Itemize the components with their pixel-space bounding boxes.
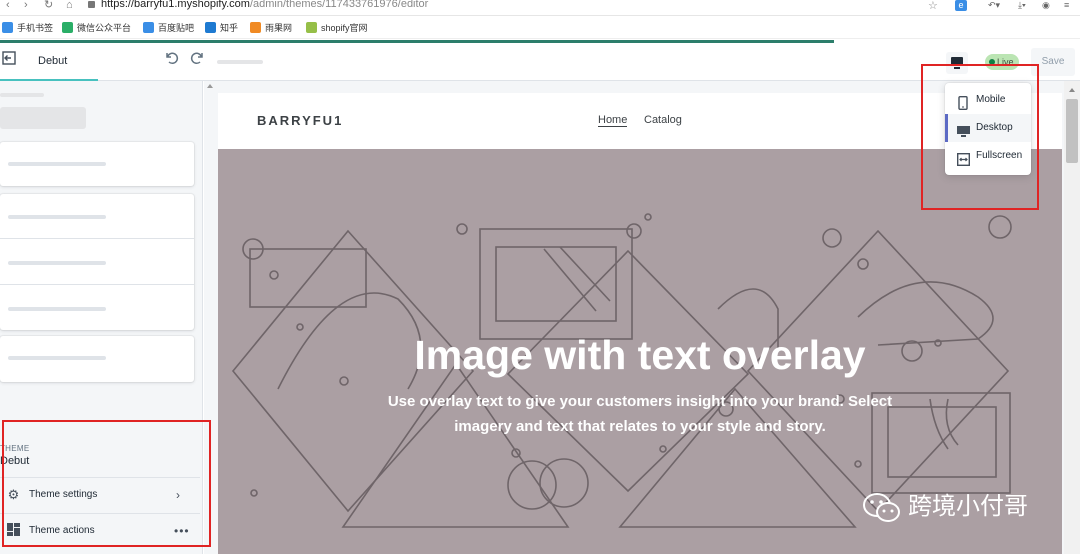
watermark-text: 跨境小付哥	[908, 493, 1028, 520]
sidebar-scrollbar[interactable]	[204, 81, 216, 554]
device-dropdown-menu: Mobile Desktop Fullscreen	[945, 83, 1031, 175]
download-icon[interactable]: ⤓▾	[1018, 0, 1026, 11]
undo-icon	[166, 52, 179, 65]
store-header: BARRYFU1 Home Catalog	[218, 93, 1062, 149]
bookmark-item[interactable]: 百度贴吧	[143, 21, 194, 35]
device-option-mobile[interactable]: Mobile	[945, 86, 1031, 114]
loading-placeholder	[8, 162, 106, 166]
extension-icon[interactable]: e	[955, 0, 967, 11]
device-option-label: Fullscreen	[976, 150, 1023, 161]
loading-placeholder	[8, 215, 106, 219]
address-bar[interactable]: https://barryfu1.myshopify.com/admin/the…	[88, 0, 950, 12]
hero-title: Image with text overlay	[414, 332, 866, 378]
live-badge: Live	[985, 54, 1019, 70]
bookmark-favicon-icon	[62, 22, 73, 33]
gear-icon: ⚙	[7, 487, 20, 502]
wechat-icon	[863, 492, 900, 522]
loading-placeholder	[8, 261, 106, 265]
exit-editor-button[interactable]	[0, 51, 18, 71]
undo-history-icon[interactable]: ↶▾	[988, 0, 1000, 11]
layout-icon	[6, 523, 21, 538]
loading-placeholder	[217, 60, 263, 64]
divider	[0, 284, 194, 285]
bookmark-favicon-icon	[143, 22, 154, 33]
bookmark-item[interactable]: 手机书签	[2, 21, 53, 35]
loading-placeholder	[0, 107, 86, 129]
editor-sidebar: THEME Debut ⚙ Theme settings › Theme act…	[0, 81, 203, 554]
home-icon[interactable]: ⌂	[66, 0, 73, 12]
preview-scrollbar[interactable]	[1064, 81, 1080, 554]
bookmark-favicon-icon	[205, 22, 216, 33]
loading-placeholder	[0, 93, 44, 97]
theme-caption: THEME	[0, 444, 30, 453]
nav-link-home[interactable]: Home	[598, 114, 628, 127]
account-icon[interactable]: ◉	[1042, 0, 1050, 11]
theme-value: Debut	[0, 455, 30, 467]
exit-icon	[2, 51, 16, 65]
desktop-icon-stand	[954, 67, 960, 69]
browser-toolbar: ‹ › ↻ ⌂ https://barryfu1.myshopify.com/a…	[0, 0, 1080, 16]
chevron-right-icon: ›	[176, 488, 180, 502]
divider	[0, 238, 194, 239]
redo-icon	[190, 52, 203, 65]
preview-frame: BARRYFU1 Home Catalog Image with text ov…	[218, 93, 1062, 554]
url-host: https://barryfu1.myshopify.com	[101, 0, 250, 10]
editor-topbar: Debut Live Save	[0, 43, 1080, 81]
lock-icon	[88, 0, 95, 8]
section-list-skeleton	[0, 194, 194, 330]
bookmark-item[interactable]: 知乎	[205, 21, 238, 35]
theme-settings-label: Theme settings	[29, 489, 98, 500]
scroll-up-icon	[207, 84, 213, 88]
scroll-up-icon	[1069, 88, 1075, 92]
device-option-label: Mobile	[976, 94, 1006, 105]
device-option-desktop[interactable]: Desktop	[945, 114, 1031, 142]
save-button[interactable]: Save	[1031, 48, 1075, 76]
back-icon[interactable]: ‹	[6, 0, 10, 12]
more-actions-icon[interactable]: •••	[174, 514, 190, 548]
bookmark-star-icon[interactable]: ☆	[928, 0, 938, 12]
bookmark-favicon-icon	[306, 22, 317, 33]
loading-placeholder	[8, 356, 106, 360]
undo-button[interactable]	[163, 50, 179, 71]
desktop-icon	[951, 57, 963, 66]
hero-text: Use overlay text to give your customers …	[387, 393, 893, 435]
section-card-skeleton	[0, 336, 194, 382]
theme-settings-row[interactable]: ⚙ Theme settings ›	[0, 477, 200, 511]
scrollbar-thumb[interactable]	[1066, 99, 1078, 163]
redo-button[interactable]	[190, 50, 206, 71]
watermark: 跨境小付哥	[862, 489, 1028, 525]
section-card-skeleton	[0, 142, 194, 186]
storefront-preview: BARRYFU1 Home Catalog Image with text ov…	[216, 81, 1064, 554]
bookmark-item[interactable]: 雨果网	[250, 21, 292, 35]
nav-link-catalog[interactable]: Catalog	[644, 114, 682, 126]
reload-icon[interactable]: ↻	[44, 0, 53, 12]
fullscreen-icon	[956, 150, 971, 178]
loading-placeholder	[8, 307, 106, 311]
device-option-label: Desktop	[976, 122, 1013, 133]
device-preview-button[interactable]	[946, 52, 968, 74]
theme-name: Debut	[38, 55, 68, 67]
theme-actions-row[interactable]: Theme actions •••	[0, 513, 200, 547]
forward-icon[interactable]: ›	[24, 0, 28, 12]
device-option-fullscreen[interactable]: Fullscreen	[945, 142, 1031, 170]
bookmarks-bar: 手机书签 微信公众平台 百度贴吧 知乎 雨果网 shopify官网	[0, 17, 1080, 39]
status-dot-icon	[989, 59, 995, 65]
bookmark-item[interactable]: 微信公众平台	[62, 21, 131, 35]
bookmark-favicon-icon	[2, 22, 13, 33]
more-icon[interactable]: ≡	[1064, 0, 1069, 11]
url-path: /admin/themes/117433761976/editor	[249, 0, 429, 10]
theme-actions-label: Theme actions	[29, 525, 95, 536]
bookmark-item[interactable]: shopify官网	[306, 21, 368, 35]
store-logo[interactable]: BARRYFU1	[257, 113, 343, 128]
bookmark-favicon-icon	[250, 22, 261, 33]
live-label: Live	[997, 57, 1014, 67]
